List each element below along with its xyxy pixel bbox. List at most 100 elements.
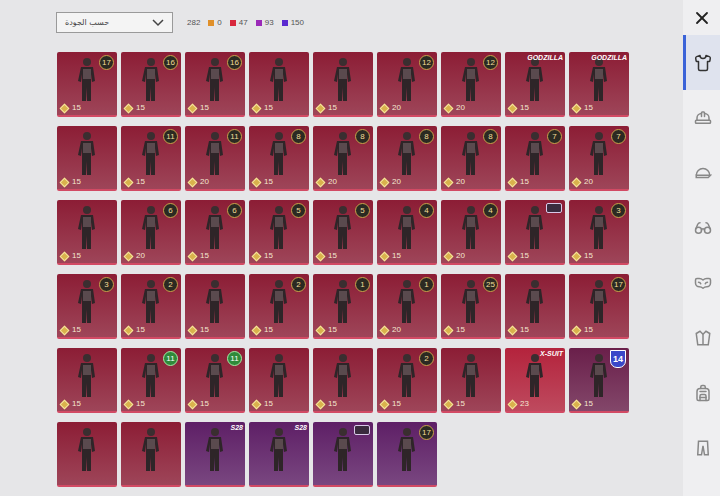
cost-label: 15	[61, 178, 81, 186]
outfit-card[interactable]: S28	[185, 422, 245, 487]
level-badge: 8	[291, 129, 306, 144]
category-tab[interactable]	[683, 365, 720, 420]
outfit-card[interactable]	[121, 422, 181, 487]
outfit-card[interactable]	[57, 422, 117, 487]
level-badge: 11	[163, 129, 178, 144]
category-tab[interactable]	[683, 145, 720, 200]
outfit-figure-icon	[266, 427, 292, 473]
coin-icon	[316, 399, 326, 409]
category-tab[interactable]	[683, 420, 720, 475]
outfit-card[interactable]: 1415	[569, 348, 629, 413]
outfit-card[interactable]: 315	[569, 200, 629, 265]
cost-label: 15	[317, 326, 337, 334]
outfit-card[interactable]: 1715	[569, 274, 629, 339]
outfit-card[interactable]: 15	[249, 348, 309, 413]
outfit-card[interactable]: 820	[313, 126, 373, 191]
outfit-figure-icon	[138, 57, 164, 103]
outfit-card[interactable]: 515	[249, 200, 309, 265]
close-icon[interactable]	[692, 8, 712, 28]
outfit-figure-icon	[394, 131, 420, 177]
category-tab[interactable]	[683, 200, 720, 255]
outfit-card[interactable]: 620	[121, 200, 181, 265]
outfit-card[interactable]: 1220	[377, 52, 437, 117]
outfit-card[interactable]: 820	[377, 126, 437, 191]
outfit-card[interactable]: 615	[185, 200, 245, 265]
outfit-card[interactable]: 1115	[185, 348, 245, 413]
coin-icon	[252, 251, 262, 261]
level-badge: 4	[483, 203, 498, 218]
outfit-card[interactable]: 15	[505, 200, 565, 265]
outfit-card[interactable]: GODZILLA15	[505, 52, 565, 117]
outfit-figure-icon	[266, 57, 292, 103]
outfit-card[interactable]: 2515	[441, 274, 501, 339]
coin-icon	[444, 103, 454, 113]
outfit-card[interactable]: 720	[569, 126, 629, 191]
outfit-figure-icon	[330, 427, 356, 473]
outfit-card[interactable]: 15	[249, 52, 309, 117]
cost-label: 15	[253, 326, 273, 334]
outfit-card[interactable]: 215	[377, 348, 437, 413]
outfit-card[interactable]: 215	[121, 274, 181, 339]
outfit-card[interactable]: 1115	[121, 348, 181, 413]
quality-count: 0	[208, 17, 221, 29]
coin-icon	[60, 325, 70, 335]
category-tab[interactable]	[683, 90, 720, 145]
coin-icon	[380, 399, 390, 409]
outfit-card[interactable]: 11 15	[121, 126, 181, 191]
level-badge: 2	[419, 351, 434, 366]
cost-label: 15	[189, 104, 209, 112]
outfit-card[interactable]: 120	[377, 274, 437, 339]
outfit-card[interactable]: 515	[313, 200, 373, 265]
outfit-card[interactable]: 1615	[185, 52, 245, 117]
outfit-card[interactable]: 15	[57, 348, 117, 413]
outfit-card[interactable]: 1220	[441, 52, 501, 117]
outfit-card[interactable]: 1715	[57, 52, 117, 117]
level-badge: 17	[99, 55, 114, 70]
outfit-figure-icon	[394, 353, 420, 399]
cost-label: 15	[317, 104, 337, 112]
quality-count: 150	[282, 17, 304, 29]
outfit-card[interactable]: 1120	[185, 126, 245, 191]
outfit-card[interactable]: 15	[185, 274, 245, 339]
outfit-card[interactable]: 715	[505, 126, 565, 191]
cost-label: 15	[125, 400, 145, 408]
outfit-card[interactable]: 15	[441, 348, 501, 413]
outfit-card[interactable]: 17	[377, 422, 437, 487]
outfit-card[interactable]: S28	[249, 422, 309, 487]
outfit-card[interactable]: 115	[313, 274, 373, 339]
cost-label: 15	[253, 178, 273, 186]
outfit-card[interactable]: 820	[441, 126, 501, 191]
cost-label: 15	[125, 178, 145, 186]
outfit-card[interactable]: 215	[249, 274, 309, 339]
outfit-card[interactable]	[313, 422, 373, 487]
outfit-card[interactable]: 8 15	[249, 126, 309, 191]
main-panel: حسب الجودة282047931501715161516151515122…	[0, 0, 683, 496]
coin-icon	[60, 177, 70, 187]
quality-swatch	[256, 20, 262, 26]
coin-icon	[252, 103, 262, 113]
outfit-card[interactable]: 15	[313, 52, 373, 117]
quality-swatch	[282, 20, 288, 26]
cost-label: 15	[253, 104, 273, 112]
outfit-card[interactable]: GODZILLA15	[569, 52, 629, 117]
category-tab[interactable]	[683, 310, 720, 365]
cost-label: 20	[445, 252, 465, 260]
category-tab[interactable]	[683, 255, 720, 310]
chevron-down-icon	[152, 19, 164, 27]
outfit-card[interactable]: 315	[57, 274, 117, 339]
cost-label: 15	[189, 326, 209, 334]
pants-icon	[694, 439, 712, 457]
sort-dropdown[interactable]: حسب الجودة	[56, 12, 173, 33]
outfit-figure-icon	[458, 205, 484, 251]
outfit-card[interactable]: 15	[57, 126, 117, 191]
outfit-card[interactable]: 15	[313, 348, 373, 413]
outfit-card[interactable]: 15	[505, 274, 565, 339]
outfit-card[interactable]: X-SUIT23	[505, 348, 565, 413]
outfit-card[interactable]: 4 20	[441, 200, 501, 265]
cost-label: 15	[189, 400, 209, 408]
coin-icon	[252, 399, 262, 409]
category-tab[interactable]	[683, 35, 720, 90]
outfit-card[interactable]: 15	[57, 200, 117, 265]
outfit-card[interactable]: 1615	[121, 52, 181, 117]
outfit-card[interactable]: 415	[377, 200, 437, 265]
